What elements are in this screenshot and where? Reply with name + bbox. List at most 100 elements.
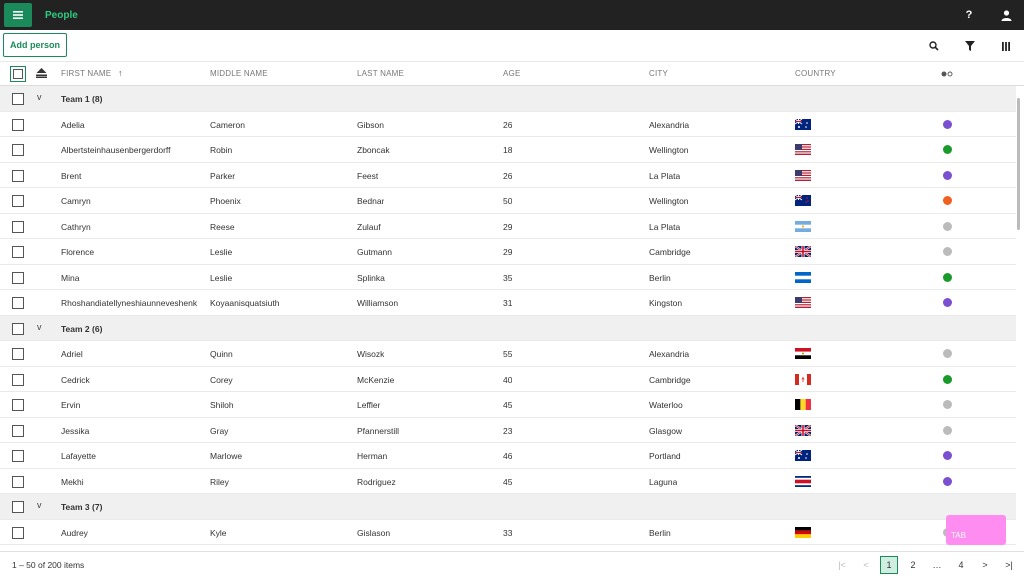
status-dot — [943, 476, 952, 486]
cell-age: 33 — [503, 527, 513, 538]
select-all-checkbox[interactable] — [10, 66, 26, 82]
cell-age: 35 — [503, 272, 513, 283]
cell-first-name: Mina — [61, 272, 80, 283]
cell-city: Cambridge — [649, 247, 691, 257]
group-row[interactable]: v Team 2 (6) — [0, 315, 1016, 341]
nz-flag-icon — [795, 195, 811, 206]
table-row[interactable]: Jessika Gray Pfannerstill 23 Glasgow — [0, 418, 1016, 443]
cell-first-name: Audrey — [61, 527, 88, 538]
cell-age: 45 — [503, 400, 513, 410]
cell-middle-name: Parker — [210, 170, 236, 181]
table-row[interactable]: Lafayette Marlowe Herman 46 Portland — [0, 443, 1016, 469]
cell-city: Wellington — [649, 145, 689, 155]
cell-last-name: Williamson — [357, 298, 399, 308]
table-row[interactable]: Mina Leslie Splinka 35 Berlin — [0, 265, 1016, 290]
cell-city: Waterloo — [649, 400, 683, 410]
row-checkbox[interactable] — [12, 144, 24, 156]
cell-last-name: Pfannerstill — [357, 425, 400, 436]
collapse-all-icon[interactable] — [36, 68, 47, 80]
column-header-age[interactable]: AGE — [503, 69, 521, 78]
cell-age: 29 — [503, 221, 513, 232]
columns-icon[interactable] — [998, 38, 1014, 54]
table-row[interactable]: Adriel Quinn Wisozk 55 Alexandria — [0, 341, 1016, 367]
cell-last-name: Bednar — [357, 196, 385, 206]
row-checkbox[interactable] — [12, 526, 24, 539]
prev-page-button[interactable]: < — [857, 556, 875, 574]
column-header-first-name[interactable]: FIRST NAME — [61, 69, 111, 78]
row-checkbox[interactable] — [12, 118, 24, 131]
gb-flag-icon — [795, 424, 811, 436]
table-row[interactable]: Audrey Kyle Gislason 33 Berlin — [0, 520, 1016, 545]
group-checkbox[interactable] — [12, 501, 24, 513]
menu-button[interactable] — [4, 3, 32, 27]
row-checkbox[interactable] — [12, 373, 24, 386]
column-header-middle-name[interactable]: MIDDLE NAME — [210, 69, 268, 78]
cell-last-name: Zulauf — [357, 221, 381, 232]
status-dot — [943, 349, 952, 358]
status-column-icon[interactable] — [941, 69, 953, 79]
table-row[interactable]: Cathryn Reese Zulauf 29 La Plata — [0, 214, 1016, 239]
row-checkbox[interactable] — [12, 271, 24, 284]
filter-icon[interactable] — [962, 38, 978, 54]
group-checkbox[interactable] — [12, 322, 24, 335]
status-dot — [943, 374, 952, 384]
table-row[interactable]: Camryn Phoenix Bednar 50 Wellington — [0, 188, 1016, 214]
cell-first-name: Cedrick — [61, 374, 90, 385]
table-row[interactable]: Albertsteinhausenbergerdorff Robin Zboncak… — [0, 137, 1016, 163]
table-row[interactable]: Mekhi Riley Rodriguez 45 Laguna — [0, 469, 1016, 494]
table-header: FIRST NAME ↑ MIDDLE NAME LAST NAME AGE C… — [0, 61, 1024, 86]
ni-flag-icon — [795, 271, 811, 283]
be-flag-icon — [795, 399, 811, 410]
status-dot — [943, 451, 952, 460]
table-row[interactable]: Brent Parker Feest 26 La Plata — [0, 163, 1016, 188]
next-page-button[interactable]: > — [976, 556, 994, 574]
search-icon[interactable] — [926, 38, 942, 54]
row-checkbox[interactable] — [12, 475, 24, 488]
row-checkbox[interactable] — [12, 246, 24, 258]
row-checkbox[interactable] — [12, 424, 24, 437]
table-row[interactable]: Adelia Cameron Gibson 26 Alexandria — [0, 112, 1016, 137]
page-button[interactable]: 1 — [880, 556, 898, 574]
row-checkbox[interactable] — [12, 399, 24, 411]
sort-ascending-icon[interactable]: ↑ — [118, 68, 123, 78]
status-dot — [943, 119, 952, 129]
cell-first-name: Camryn — [61, 196, 91, 206]
first-page-button[interactable]: |< — [833, 556, 851, 574]
table-row[interactable]: Rhoshandiatellyneshiaunneveshenk Koyaanis… — [0, 290, 1016, 316]
page-button[interactable]: 2 — [904, 556, 922, 574]
us-flag-icon — [795, 297, 811, 308]
group-row[interactable]: v Team 1 (8) — [0, 86, 1016, 112]
table-row[interactable]: Cedrick Corey McKenzie 40 Cambridge — [0, 367, 1016, 392]
ar-flag-icon — [795, 220, 811, 232]
row-checkbox[interactable] — [12, 297, 24, 309]
cell-last-name: Leffler — [357, 400, 381, 410]
user-icon[interactable] — [988, 0, 1024, 30]
table-row[interactable]: Florence Leslie Gutmann 29 Cambridge — [0, 239, 1016, 265]
group-row[interactable]: v Team 3 (7) — [0, 494, 1016, 520]
column-header-last-name[interactable]: LAST NAME — [357, 69, 404, 78]
add-person-button[interactable]: Add person — [3, 33, 67, 57]
cell-last-name: Gibson — [357, 119, 384, 130]
table-row[interactable]: Ervin Shiloh Leffler 45 Waterloo — [0, 392, 1016, 418]
help-icon[interactable]: ? — [950, 9, 988, 21]
group-checkbox[interactable] — [12, 93, 24, 105]
group-label: Team 3 (7) — [61, 502, 103, 512]
chevron-down-icon[interactable]: v — [37, 500, 42, 510]
row-checkbox[interactable] — [12, 169, 24, 182]
scrollbar[interactable] — [1017, 98, 1020, 230]
cell-first-name: Adelia — [61, 119, 85, 130]
cell-last-name: Rodriguez — [357, 476, 396, 487]
row-checkbox[interactable] — [12, 220, 24, 233]
row-checkbox[interactable] — [12, 348, 24, 360]
page-button[interactable]: 4 — [952, 556, 970, 574]
column-header-city[interactable]: CITY — [649, 69, 668, 78]
au-flag-icon — [795, 118, 811, 130]
column-header-country[interactable]: COUNTRY — [795, 69, 836, 78]
row-checkbox[interactable] — [12, 450, 24, 462]
chevron-down-icon[interactable]: v — [37, 322, 42, 332]
cr-flag-icon — [795, 475, 811, 487]
page-ellipsis: … — [932, 560, 942, 570]
row-checkbox[interactable] — [12, 195, 24, 207]
chevron-down-icon[interactable]: v — [37, 92, 42, 102]
last-page-button[interactable]: >| — [1000, 556, 1018, 574]
